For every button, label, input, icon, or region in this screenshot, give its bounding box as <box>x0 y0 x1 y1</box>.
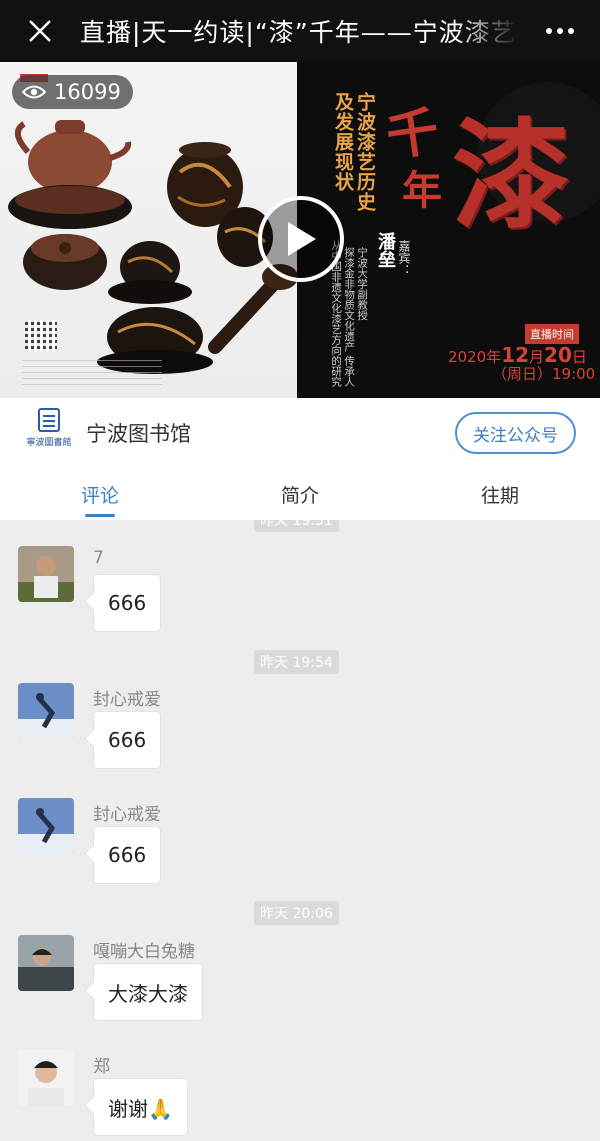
avatar[interactable] <box>18 546 74 602</box>
library-logo-caption: 寧波圖書館 <box>26 438 72 448</box>
comment-username: 7 <box>93 548 104 568</box>
tab-comments[interactable]: 评论 <box>0 468 200 520</box>
page-title: 直播|天一约读|“漆”千年——宁波漆艺历史及发展现状 <box>80 18 520 47</box>
library-logo[interactable]: 寧波圖書館 <box>20 408 78 458</box>
live-time: （周日）19:00 <box>492 365 596 383</box>
comment-bubble[interactable]: 666 <box>93 826 162 884</box>
poster-big-title: 千 年 漆 <box>382 88 592 245</box>
top-bar: 直播|天一约读|“漆”千年——宁波漆艺历史及发展现状 <box>0 0 600 62</box>
account-row: 寧波圖書館 宁波图书馆 关注公众号 <box>0 398 600 468</box>
avatar[interactable] <box>18 935 74 991</box>
live-time-tag: 直播时间 <box>525 324 579 344</box>
viewer-count-badge: 16099 <box>12 75 133 109</box>
timestamp-divider: 昨天 19:51 <box>254 520 339 532</box>
poster-title-nian: 年 <box>402 167 442 214</box>
comment-bubble[interactable]: 666 <box>93 574 162 632</box>
poster-title-qi: 漆 <box>452 106 571 245</box>
guest-label: 嘉宾： <box>397 240 411 276</box>
comment-bubble[interactable]: 谢谢🙏 <box>93 1078 188 1136</box>
eye-icon <box>22 85 46 99</box>
timestamp-divider: 昨天 19:54 <box>254 650 339 674</box>
comment-username: 郑 <box>93 1057 110 1077</box>
avatar[interactable] <box>18 1050 74 1106</box>
comment-feed[interactable]: 昨天 19:51 7 666 昨天 19:54 封心戒爱 666 封心戒爱 66… <box>0 520 600 1141</box>
poster-fine-print <box>22 357 162 385</box>
poster-headline-col2: 及发展现状 <box>332 92 354 192</box>
live-video-player[interactable]: 宁波漆艺历史 及发展现状 千 年 漆 嘉宾： 潘垒 宁波大学副教授 探漆金非物质… <box>0 62 600 398</box>
comment-username: 封心戒爱 <box>93 805 161 825</box>
comment-bubble[interactable]: 666 <box>93 711 162 769</box>
play-button[interactable] <box>258 196 344 282</box>
avatar[interactable] <box>18 798 74 854</box>
comment-bubble[interactable]: 大漆大漆 <box>93 963 203 1021</box>
guest-name: 潘垒 <box>375 232 396 268</box>
account-name[interactable]: 宁波图书馆 <box>86 418 455 448</box>
avatar-image <box>18 798 74 854</box>
comment-username: 封心戒爱 <box>93 690 161 710</box>
guest-desc-1: 宁波大学副教授 <box>356 247 369 321</box>
library-logo-mark <box>38 408 60 432</box>
close-icon <box>29 20 51 42</box>
avatar-image <box>18 1050 74 1106</box>
tab-bar: 评论 简介 往期 <box>0 468 600 520</box>
poster-left-panel <box>0 62 298 398</box>
viewer-count: 16099 <box>54 80 121 104</box>
close-button[interactable] <box>0 0 80 62</box>
avatar[interactable] <box>18 683 74 739</box>
tab-intro[interactable]: 简介 <box>200 468 400 520</box>
avatar-image <box>18 935 74 991</box>
more-button[interactable] <box>520 0 600 62</box>
avatar-image <box>18 683 74 739</box>
more-icon <box>546 28 574 34</box>
tab-past[interactable]: 往期 <box>400 468 600 520</box>
qr-code <box>25 320 57 352</box>
timestamp-divider: 昨天 20:06 <box>254 901 339 925</box>
avatar-image <box>18 546 74 602</box>
guest-desc-2: 探漆金非物质文化遗产 传承人 <box>343 247 356 387</box>
comment-username: 嘎嘣大白兔糖 <box>93 942 195 962</box>
play-icon <box>288 222 316 256</box>
follow-account-button[interactable]: 关注公众号 <box>455 412 576 454</box>
